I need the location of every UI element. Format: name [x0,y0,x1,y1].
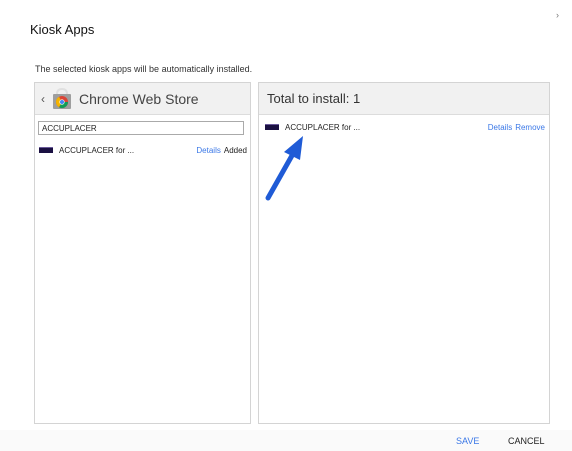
install-count-title: Total to install: 1 [267,91,361,106]
added-status: Added [223,145,247,155]
close-icon[interactable]: › [556,10,559,20]
details-link[interactable]: Details [488,123,512,132]
app-name: ACCUPLACER for ... [59,145,135,155]
chevron-left-icon[interactable]: ‹ [41,92,49,106]
chrome-web-store-icon [53,87,71,109]
install-panel-header: Total to install: 1 [259,83,549,115]
save-button[interactable]: SAVE [456,436,479,446]
cancel-button[interactable]: CANCEL [508,436,545,446]
annotation-arrow-icon [265,136,303,201]
remove-link[interactable]: Remove [515,123,545,132]
dialog-footer [0,430,572,451]
app-search-input[interactable] [38,121,244,135]
store-panel: ‹ Chrome Web Store ACCUPLACER for ... De… [34,82,251,424]
store-title: Chrome Web Store [79,90,199,107]
accuplacer-app-icon [39,147,53,153]
dialog-description: The selected kiosk apps will be automati… [35,64,253,74]
details-link[interactable]: Details [196,146,220,155]
store-panel-header: ‹ Chrome Web Store [35,83,250,115]
dialog-title: Kiosk Apps [30,22,95,37]
search-result-row[interactable]: ACCUPLACER for ... Details Added [39,144,247,156]
